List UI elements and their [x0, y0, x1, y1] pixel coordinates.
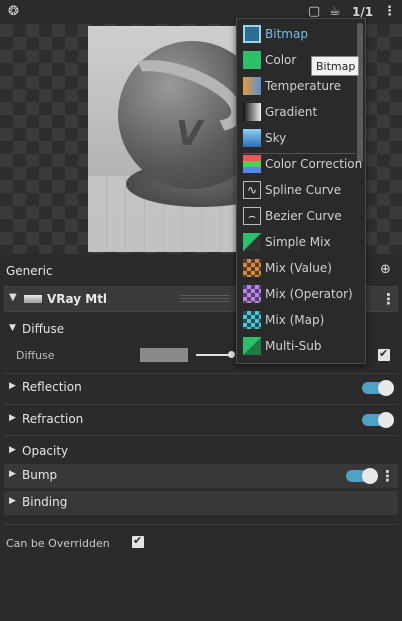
category-opacity[interactable]: ▶ Opacity [4, 440, 398, 464]
menu-item-label: Spline Curve [265, 183, 342, 197]
category-label: Reflection [22, 380, 82, 394]
can-be-overridden-checkbox[interactable] [132, 534, 144, 548]
menu-item-label: Bezier Curve [265, 209, 342, 223]
add-layer-icon[interactable]: ⊕ [380, 262, 396, 278]
bitmap-tooltip: Bitmap [311, 56, 359, 76]
bump-menu-icon[interactable]: ⋮ [380, 469, 395, 484]
expand-arrow-icon[interactable]: ▶ [9, 445, 16, 455]
divider [4, 404, 398, 405]
diffuse-checkbox[interactable] [378, 347, 390, 361]
material-name: VRay Mtl [47, 292, 108, 306]
menu-item-label: Temperature [265, 79, 342, 93]
category-refraction[interactable]: ▶ Refraction [4, 408, 398, 432]
mix-map-icon [243, 311, 261, 329]
expand-arrow-icon[interactable]: ▶ [9, 413, 16, 423]
spline-curve-icon: ∿ [243, 181, 261, 199]
category-label: Opacity [22, 444, 69, 458]
menu-item-mix-operator[interactable]: Mix (Operator) [237, 281, 357, 307]
collapse-arrow-icon[interactable]: ▼ [9, 292, 17, 303]
expand-arrow-icon[interactable]: ▶ [9, 381, 16, 391]
section-label: Generic [6, 264, 53, 278]
menu-scrollbar[interactable] [357, 23, 363, 163]
mix-value-icon [243, 259, 261, 277]
menu-item-bitmap[interactable]: Bitmap [237, 21, 357, 47]
menu-item-label: Simple Mix [265, 235, 331, 249]
category-binding[interactable]: ▶ Binding [4, 491, 398, 515]
toolbar-menu-icon[interactable]: ⋮ [383, 4, 396, 20]
menu-item-sky[interactable]: Sky [237, 125, 357, 151]
menu-item-spline-curve[interactable]: ∿ Spline Curve [237, 177, 357, 203]
material-menu-icon[interactable]: ⋮ [381, 292, 396, 307]
diffuse-slider-track[interactable] [196, 354, 232, 356]
bitmap-icon [243, 25, 261, 43]
sky-icon [243, 129, 261, 147]
menu-item-label: Mix (Operator) [265, 287, 353, 301]
temperature-icon [243, 77, 261, 95]
divider [4, 373, 398, 374]
expand-arrow-icon[interactable]: ▶ [9, 469, 16, 479]
category-label: Bump [22, 468, 58, 482]
category-bump[interactable]: ▶ Bump [4, 464, 398, 488]
mix-operator-icon [243, 285, 261, 303]
diffuse-color-swatch[interactable] [140, 348, 188, 362]
category-label: Refraction [22, 412, 84, 426]
menu-item-simple-mix[interactable]: Simple Mix [237, 229, 357, 255]
divider [4, 435, 398, 436]
menu-item-label: Sky [265, 131, 287, 145]
diffuse-slider-knob[interactable] [228, 351, 235, 358]
menu-item-multi-sub[interactable]: Multi-Sub [237, 333, 357, 359]
menu-item-temperature[interactable]: Temperature [237, 73, 357, 99]
ghost-icon[interactable]: ❂ [8, 4, 19, 20]
expand-arrow-icon[interactable]: ▼ [9, 323, 16, 333]
vray-logo-mark: V [176, 114, 202, 154]
reflection-toggle[interactable] [362, 380, 394, 396]
menu-item-label: Multi-Sub [265, 339, 322, 353]
expand-arrow-icon[interactable]: ▶ [9, 496, 16, 506]
menu-item-gradient[interactable]: Gradient [237, 99, 357, 125]
menu-item-label: Gradient [265, 105, 318, 119]
multi-sub-icon [243, 337, 261, 355]
menu-item-color-correction[interactable]: Color Correction [237, 151, 362, 177]
category-reflection[interactable]: ▶ Reflection [4, 376, 398, 400]
menu-item-label: Color Correction [265, 157, 363, 171]
simple-mix-icon [243, 233, 261, 251]
refraction-toggle[interactable] [362, 412, 394, 428]
drag-handle[interactable] [180, 295, 230, 303]
divider [4, 524, 398, 525]
can-be-overridden-label: Can be Overridden [6, 537, 110, 550]
bezier-curve-icon: ⌢ [243, 207, 261, 225]
menu-item-label: Mix (Value) [265, 261, 332, 275]
diffuse-param-label: Diffuse [16, 349, 55, 362]
category-label: Binding [22, 495, 68, 509]
menu-item-mix-value[interactable]: Mix (Value) [237, 255, 357, 281]
gradient-icon [243, 103, 261, 121]
menu-item-label: Mix (Map) [265, 313, 325, 327]
category-label: Diffuse [22, 322, 65, 336]
color-correction-icon [243, 155, 261, 173]
menu-item-bezier-curve[interactable]: ⌢ Bezier Curve [237, 203, 357, 229]
material-swatch [24, 295, 42, 303]
menu-item-label: Bitmap [265, 27, 308, 41]
color-icon [243, 51, 261, 69]
menu-item-label: Color [265, 53, 297, 67]
bump-toggle[interactable] [346, 468, 378, 484]
menu-item-mix-map[interactable]: Mix (Map) [237, 307, 357, 333]
